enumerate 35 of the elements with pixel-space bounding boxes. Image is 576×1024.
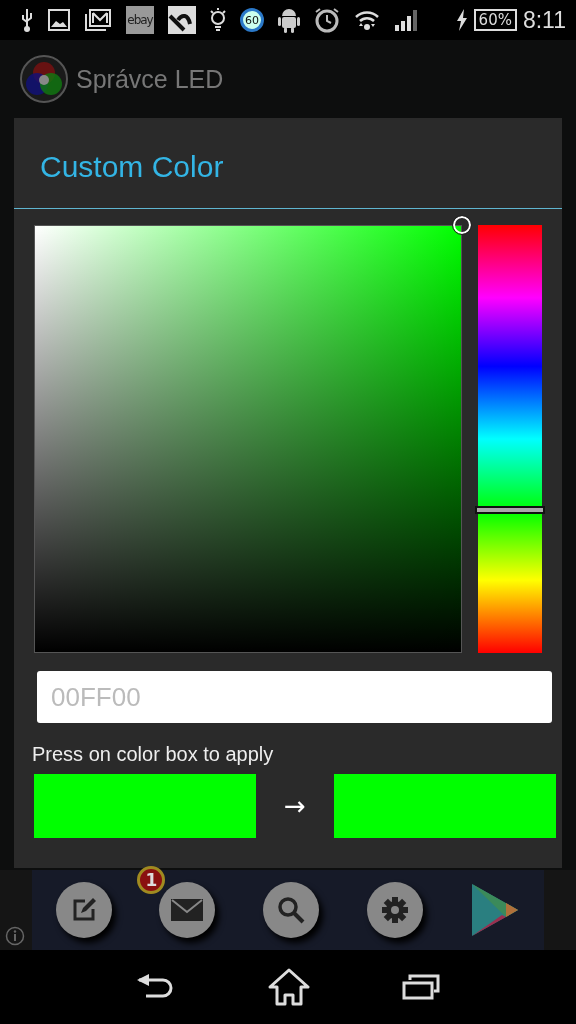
old-color-box[interactable]: [34, 774, 256, 838]
saturation-value-area[interactable]: [34, 225, 462, 653]
wifi-icon: [354, 8, 380, 32]
battery-level: 60%: [473, 9, 517, 31]
android-icon: [278, 7, 300, 33]
recents-button[interactable]: [402, 974, 440, 1000]
rgb-circles-icon: [20, 55, 68, 103]
apply-hint-text: Press on color box to apply: [31, 742, 275, 767]
mail-icon: [84, 8, 112, 32]
new-color-box[interactable]: [334, 774, 556, 838]
envelope-icon: [171, 899, 204, 921]
arrow-glyph: →: [284, 791, 306, 821]
dialog-title: Custom Color: [14, 118, 562, 209]
info-icon[interactable]: [5, 926, 25, 946]
clock-time: 8:11: [522, 6, 566, 34]
hex-input-field[interactable]: 00FF00: [37, 671, 552, 723]
home-button[interactable]: [268, 968, 310, 1006]
picker-handle[interactable]: [453, 216, 471, 234]
ebay-icon: ebay: [126, 6, 154, 34]
search-icon: [277, 896, 305, 924]
notification-badge: 1: [137, 866, 166, 894]
alarm-clock-icon: [314, 7, 340, 33]
speed-badge-icon: 60: [240, 8, 264, 32]
settings-button[interactable]: [366, 882, 423, 938]
bulb-icon: [210, 7, 226, 33]
app-title: Správce LED: [76, 64, 224, 94]
image-icon: [48, 9, 70, 31]
edit-button[interactable]: [55, 882, 112, 938]
usb-icon: [20, 7, 34, 33]
charging-icon: [455, 9, 468, 31]
tile-icon: [168, 6, 196, 34]
search-button[interactable]: [263, 882, 319, 938]
mail-button[interactable]: [159, 882, 216, 938]
signal-icon: [394, 8, 420, 32]
settings-icon: [380, 896, 409, 924]
